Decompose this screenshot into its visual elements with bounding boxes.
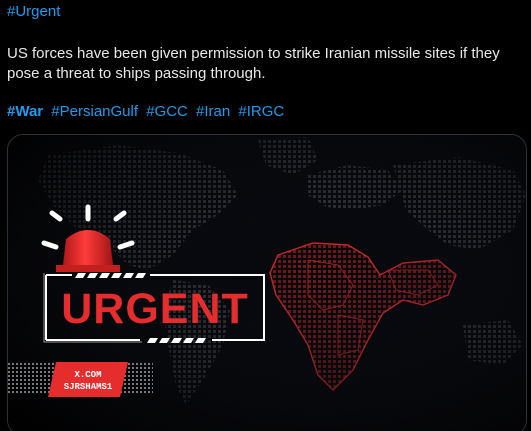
urgent-graphic: URGENT X.COM SJRSHAMS1 <box>8 135 526 431</box>
tweet-text-line-1: US forces have been given permission to … <box>7 45 500 62</box>
hashtag-gcc[interactable]: #GCC <box>146 103 188 120</box>
watermark-line-1: X.COM <box>74 370 101 380</box>
hashtag-irgc[interactable]: #IRGC <box>238 103 284 120</box>
tweet-hashtags: #War #PersianGulf #GCC #Iran #IRGC <box>7 102 288 122</box>
hashtag-persiangulf[interactable]: #PersianGulf <box>51 103 138 120</box>
hashtag-urgent[interactable]: #Urgent <box>7 3 60 20</box>
tweet-media-image[interactable]: URGENT X.COM SJRSHAMS1 <box>7 134 527 431</box>
tweet: #Urgent US forces have been given permis… <box>0 0 531 431</box>
hashtag-war[interactable]: #War <box>7 103 43 120</box>
tweet-text-line-2: pose a threat to ships passing through. <box>7 65 266 82</box>
hashtag-iran[interactable]: #Iran <box>196 103 230 120</box>
watermark-line-2: SJRSHAMS1 <box>64 382 113 392</box>
urgent-headline: URGENT <box>61 285 249 333</box>
watermark-tag: X.COM SJRSHAMS1 <box>48 362 128 397</box>
tweet-top-hashtag-line: #Urgent <box>7 2 64 22</box>
